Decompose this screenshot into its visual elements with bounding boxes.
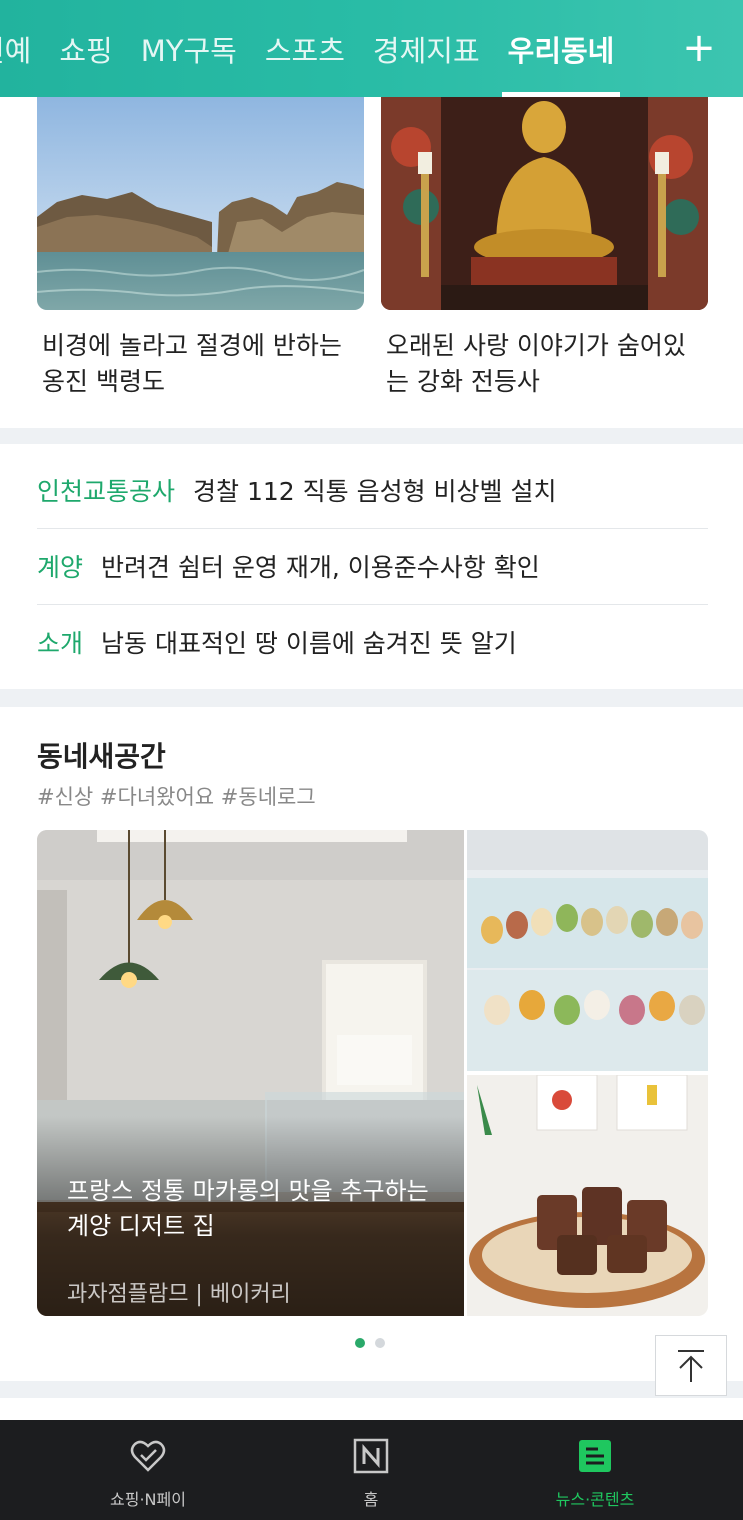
local-news-list: 인천교통공사 경찰 112 직통 음성형 비상벨 설치 계양 반려견 쉼터 운영… (0, 444, 743, 689)
featured-subtitle: 과자점플람므 | 베이커리 (67, 1282, 291, 1307)
scroll-to-top-button[interactable] (655, 1335, 727, 1396)
island-cliff-photo (37, 97, 364, 310)
macaron-display-photo[interactable] (467, 830, 708, 1071)
news-tag: 인천교통공사 (37, 477, 176, 506)
tab-shopping[interactable]: 쇼핑 (59, 0, 112, 97)
hashtag-list: #신상 #다녀왔어요 #동네로그 (37, 785, 316, 809)
app-screen: 연예 쇼핑 MY구독 스포츠 경제지표 우리동네 + (0, 0, 743, 1520)
add-tab-button[interactable]: + (679, 26, 719, 70)
next-section-edge (0, 1398, 743, 1420)
naver-n-icon (353, 1438, 389, 1474)
section-heading: 동네새공간 (37, 740, 166, 773)
news-text: 경찰 112 직통 음성형 비상벨 설치 (193, 477, 557, 506)
tab-neighborhood[interactable]: 우리동네 (501, 0, 621, 97)
nav-home[interactable]: 홈 (271, 1420, 471, 1520)
carousel-dot-active[interactable] (355, 1338, 365, 1348)
card-title: 비경에 놀라고 절경에 반하는 옹진 백령도 (42, 331, 342, 396)
carousel-dot[interactable] (375, 1338, 385, 1348)
news-text: 남동 대표적인 땅 이름에 숨겨진 뜻 알기 (101, 629, 517, 658)
new-spaces-section: 동네새공간 #신상 #다녀왔어요 #동네로그 프랑스 정통 마카롱의 맛을 추구… (0, 707, 743, 1381)
nav-label: 홈 (363, 1490, 379, 1509)
news-row[interactable]: 계양 반려견 쉼터 운영 재개, 이용준수사항 확인 (37, 528, 708, 604)
category-tabs: 연예 쇼핑 MY구독 스포츠 경제지표 우리동네 (0, 0, 642, 97)
news-tag: 소개 (37, 629, 84, 658)
nav-label: 쇼핑·N페이 (110, 1490, 186, 1509)
canele-plate-photo[interactable] (467, 1075, 708, 1316)
tab-entertainment[interactable]: 연예 (0, 0, 31, 97)
featured-title: 프랑스 정통 마카롱의 맛을 추구하는 계양 디저트 집 (67, 1177, 429, 1240)
nav-news-content[interactable]: 뉴스·콘텐츠 (495, 1420, 695, 1520)
news-tag: 계양 (37, 553, 84, 582)
tab-sports[interactable]: 스포츠 (265, 0, 345, 97)
card-title: 오래된 사랑 이야기가 숨어있는 강화 전등사 (386, 331, 686, 396)
category-tab-bar: 연예 쇼핑 MY구독 스포츠 경제지표 우리동네 + (0, 0, 743, 97)
tab-economy[interactable]: 경제지표 (373, 0, 480, 97)
heart-check-icon (130, 1440, 166, 1472)
arrow-up-icon (678, 1349, 704, 1382)
news-content-icon (579, 1440, 611, 1472)
featured-shop-card[interactable]: 프랑스 정통 마카롱의 맛을 추구하는 계양 디저트 집 과자점플람므 | 베이… (37, 830, 464, 1316)
news-row[interactable]: 소개 남동 대표적인 땅 이름에 숨겨진 뜻 알기 (37, 604, 708, 680)
tab-my-subscription[interactable]: MY구독 (141, 0, 237, 97)
news-text: 반려견 쉼터 운영 재개, 이용준수사항 확인 (101, 553, 540, 582)
buddha-statue-photo (381, 97, 708, 310)
nav-label: 뉴스·콘텐츠 (555, 1490, 635, 1509)
travel-card-jeondeungsa[interactable]: 오래된 사랑 이야기가 숨어있는 강화 전등사 (381, 97, 708, 400)
travel-cards-section: 비경에 놀라고 절경에 반하는 옹진 백령도 오래된 사랑 이야기가 숨어있는 … (0, 97, 743, 428)
nav-shopping-npay[interactable]: 쇼핑·N페이 (48, 1420, 248, 1520)
travel-card-baengnyeongdo[interactable]: 비경에 놀라고 절경에 반하는 옹진 백령도 (37, 97, 364, 400)
news-row[interactable]: 인천교통공사 경찰 112 직통 음성형 비상벨 설치 (37, 452, 708, 528)
carousel-pagination (355, 1338, 385, 1348)
bottom-navigation: 쇼핑·N페이 홈 뉴스·콘텐츠 (0, 1420, 743, 1520)
